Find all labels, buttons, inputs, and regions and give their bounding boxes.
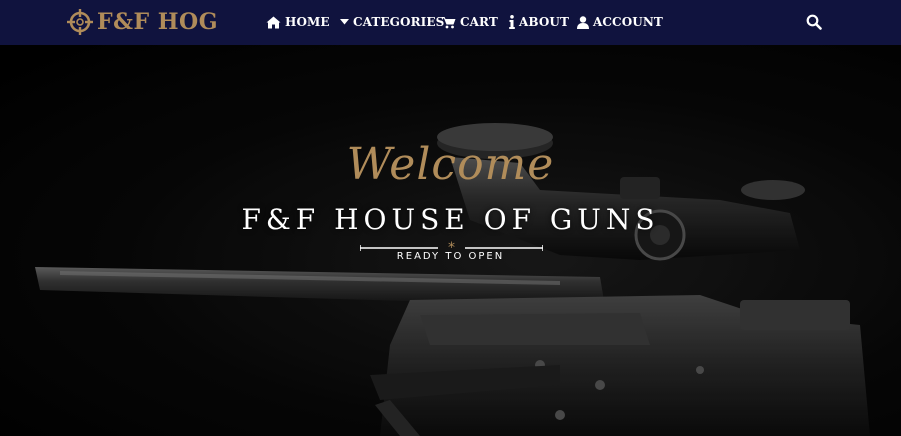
crosshair-icon	[67, 9, 93, 35]
nav-about-label: ABOUT	[519, 15, 570, 29]
home-icon	[266, 16, 281, 28]
nav-account-label: ACCOUNT	[593, 15, 663, 29]
nav-categories[interactable]: CATEGORIES	[340, 13, 444, 31]
cart-icon	[442, 16, 456, 28]
nav-about[interactable]: ABOUT	[509, 13, 569, 31]
hero-welcome: Welcome	[346, 139, 555, 190]
nav-categories-label: CATEGORIES	[353, 15, 445, 29]
nav-cart[interactable]: CART	[442, 13, 498, 31]
nav-cart-label: CART	[460, 15, 498, 29]
hero-title: F&F HOUSE OF GUNS	[241, 203, 660, 236]
info-icon	[509, 15, 515, 29]
hero-banner: Welcome F&F HOUSE OF GUNS * READY TO OPE…	[0, 45, 901, 436]
brand-logo[interactable]: F&F HOG	[66, 7, 218, 37]
hero-tagline: READY TO OPEN	[396, 251, 505, 262]
nav-account[interactable]: ACCOUNT	[577, 13, 663, 31]
caret-down-icon	[340, 19, 349, 25]
nav-home[interactable]: HOME	[266, 13, 330, 31]
top-navbar: F&F HOG HOME CATEGORIES CART ABOUT ACCOU…	[0, 0, 901, 45]
search-icon[interactable]	[806, 14, 822, 30]
brand-name: F&F HOG	[97, 9, 218, 35]
user-icon	[577, 15, 589, 29]
nav-home-label: HOME	[285, 15, 330, 29]
